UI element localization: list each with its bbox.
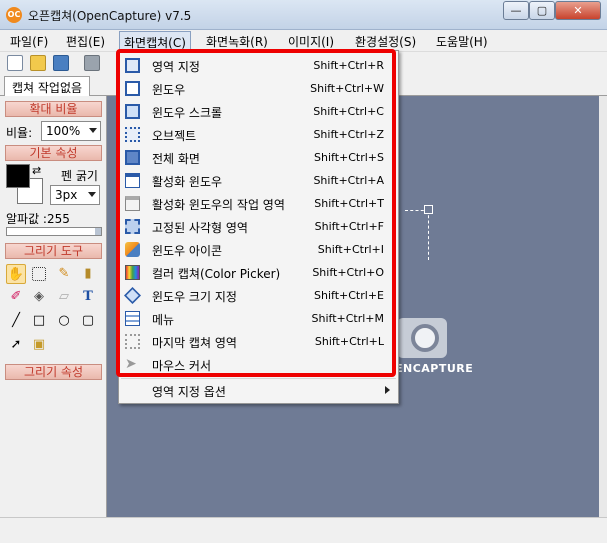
save-icon[interactable] [53, 55, 69, 71]
draw-tools-title: 그리기 도구 [5, 243, 102, 259]
selection-guide [405, 210, 429, 260]
rectangle-tool-icon[interactable]: □ [29, 311, 49, 331]
ellipse-tool-icon[interactable]: ○ [54, 311, 74, 331]
zoom-section-title: 확대 비율 [5, 101, 102, 117]
menu-help[interactable]: 도움말(H) [436, 33, 488, 50]
paint-bucket-icon[interactable]: ◈ [29, 287, 49, 307]
chevron-down-icon [88, 192, 96, 197]
menu-image[interactable]: 이미지(I) [288, 33, 334, 50]
rounded-rect-tool-icon[interactable]: ▢ [78, 311, 98, 331]
highlight-frame [116, 49, 396, 377]
pen-width-value: 3px [55, 188, 78, 202]
draw-props-title: 그리기 속성 [5, 364, 102, 380]
spray-icon[interactable]: ▮ [78, 264, 98, 284]
minimize-button[interactable]: — [503, 1, 529, 20]
zoom-label: 비율: [6, 126, 33, 140]
open-folder-icon[interactable] [30, 55, 46, 71]
resize-handle[interactable] [424, 205, 433, 214]
color-picker-tool-icon[interactable]: ✐ [6, 287, 26, 307]
swap-colors-icon[interactable]: ⇄ [32, 164, 41, 177]
logo-text: ENCAPTURE [395, 362, 474, 375]
menu-edit[interactable]: 편집(E) [66, 33, 105, 50]
menu-record[interactable]: 화면녹화(R) [206, 33, 268, 50]
left-panel: 확대 비율 비율: 100% 기본 속성 ⇄ 펜 굵기 3px 알파값 :255… [0, 96, 107, 517]
pen-width-select[interactable]: 3px [50, 185, 100, 205]
alpha-slider-thumb[interactable] [95, 228, 101, 235]
new-file-icon[interactable] [7, 55, 23, 71]
menu-capture[interactable]: 화면캡쳐(C) [119, 31, 191, 51]
pencil-icon[interactable]: ✎ [54, 264, 74, 284]
close-button[interactable]: ✕ [555, 1, 601, 20]
arrow-tool-icon[interactable]: ➚ [6, 335, 26, 355]
camera-lens-icon [411, 324, 439, 352]
zoom-select[interactable]: 100% [41, 121, 101, 141]
hand-tool-icon[interactable]: ✋ [6, 264, 26, 284]
text-tool-icon[interactable]: T [78, 287, 98, 307]
menu-settings[interactable]: 환경설정(S) [355, 33, 416, 50]
maximize-button[interactable]: ▢ [529, 1, 555, 20]
pen-width-label: 펜 굵기 [61, 169, 98, 183]
alpha-slider[interactable] [6, 227, 102, 236]
chevron-down-icon [89, 128, 97, 133]
menu-item-region-options[interactable]: 영역 지정 옵션 [119, 379, 398, 402]
vertical-scrollbar[interactable] [599, 96, 607, 517]
basic-props-title: 기본 속성 [5, 145, 102, 161]
print-icon[interactable] [84, 55, 100, 71]
line-tool-icon[interactable]: ╱ [6, 311, 26, 331]
menu-file[interactable]: 파일(F) [10, 33, 48, 50]
menu-item-label: 영역 지정 옵션 [152, 385, 226, 399]
status-bar [0, 517, 607, 543]
foreground-color-swatch[interactable] [6, 164, 30, 188]
stamp-tool-icon[interactable]: ▣ [29, 335, 49, 355]
window-title: 오픈캡쳐(OpenCapture) v7.5 [28, 9, 192, 23]
alpha-label: 알파값 :255 [6, 212, 70, 226]
eraser-icon[interactable]: ▱ [54, 287, 74, 307]
chevron-right-icon [385, 386, 390, 394]
title-bar: OC 오픈캡쳐(OpenCapture) v7.5 — ▢ ✕ [0, 0, 607, 30]
zoom-value: 100% [46, 124, 81, 138]
app-logo-icon: OC [6, 7, 22, 23]
tab-capture-empty[interactable]: 캡쳐 작업없음 [4, 76, 91, 97]
select-rect-icon[interactable] [32, 267, 46, 281]
